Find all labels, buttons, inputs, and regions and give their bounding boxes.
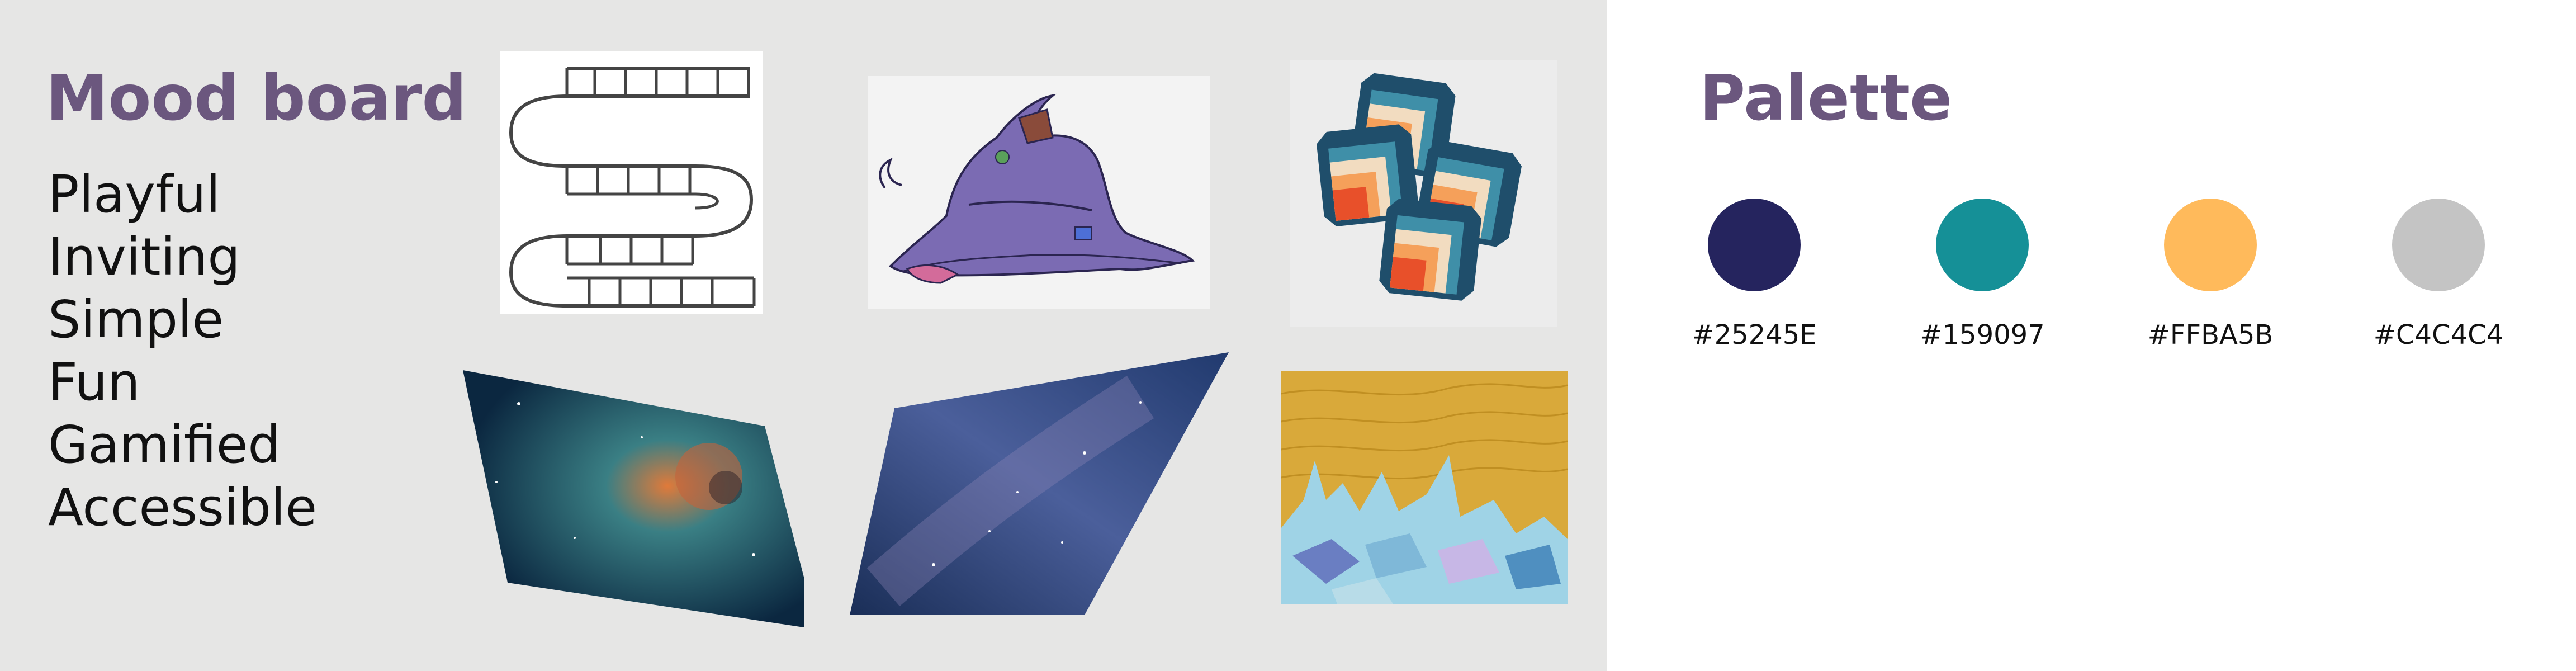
palette-title: Palette (1699, 62, 1953, 135)
keyword-item: Simple (48, 290, 224, 349)
keyword-item: Inviting (48, 227, 240, 287)
swatch-circle (2164, 199, 2257, 291)
swatch-hex-label: #25245E (1692, 319, 1817, 351)
quilt-castle-drawing (1281, 383, 1568, 604)
keyword-item: Playful (48, 164, 221, 224)
quilt-castle-image (1281, 371, 1568, 604)
mood-board-title: Mood board (46, 62, 467, 135)
board-game-path-image (500, 51, 763, 314)
keyword-item: Gamified (48, 415, 281, 475)
keyword-item: Accessible (48, 478, 318, 537)
nebula-drawing (463, 370, 804, 627)
keyword-item: Fun (48, 352, 140, 412)
keyword-list: Playful Inviting Simple Fun Gamified Acc… (48, 163, 317, 539)
starry-sky-drawing (850, 352, 1229, 615)
wizard-hat-image (868, 76, 1210, 309)
retro-coasters-drawing (1315, 72, 1524, 302)
swatch-hex-label: #FFBA5B (2147, 319, 2274, 351)
swatch-circle (1936, 199, 2029, 291)
retro-coasters-image (1290, 60, 1557, 327)
board-game-path-drawing (509, 67, 756, 308)
swatch-hex-label: #C4C4C4 (2373, 319, 2504, 351)
swatch-hex-label: #159097 (1920, 319, 2045, 351)
swatch-circle (1708, 199, 1801, 291)
starry-sky-image (850, 352, 1229, 615)
swatch-circle (2392, 199, 2485, 291)
nebula-image (463, 370, 804, 627)
wizard-hat-drawing (879, 93, 1195, 284)
